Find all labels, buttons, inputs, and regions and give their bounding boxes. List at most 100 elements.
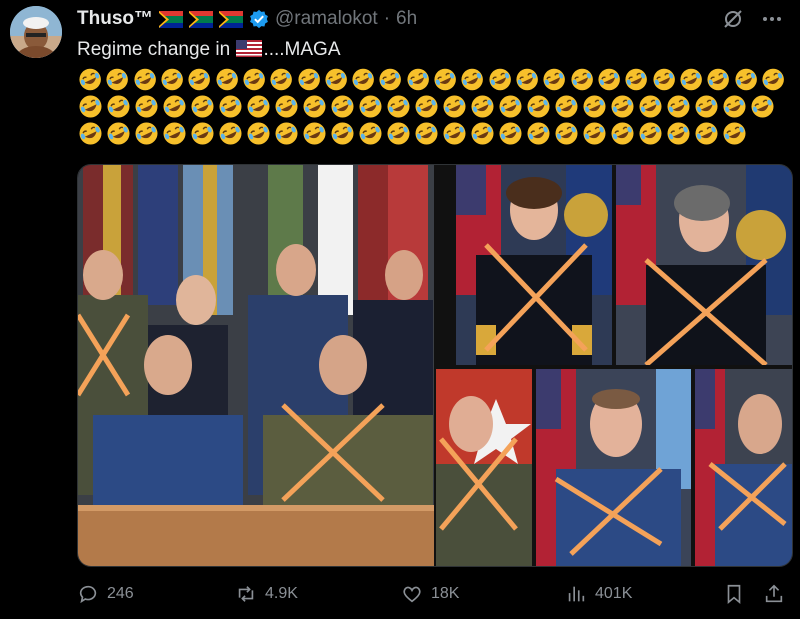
bookmark-icon: [727, 584, 741, 605]
rolling-on-floor-laughing-emoji: [625, 68, 648, 91]
avatar[interactable]: [10, 6, 62, 58]
rolling-on-floor-laughing-emoji: [106, 68, 129, 91]
rolling-on-floor-laughing-emoji: [571, 68, 593, 91]
bookmark-button[interactable]: [723, 583, 745, 605]
rolling-on-floor-laughing-emoji: [107, 95, 130, 118]
post-top-actions: [722, 8, 782, 30]
verified-badge-icon: [250, 9, 268, 29]
more-icon[interactable]: [762, 9, 782, 29]
rolling-on-floor-laughing-emoji: [555, 122, 578, 145]
rolling-on-floor-laughing-emoji: [387, 122, 410, 145]
display-name[interactable]: Thuso™: [77, 8, 153, 30]
rolling-on-floor-laughing-emoji: [163, 95, 186, 118]
rolling-on-floor-laughing-emoji: [443, 95, 466, 118]
timestamp[interactable]: 6h: [396, 8, 417, 30]
media-image-portrait-3[interactable]: [436, 369, 532, 566]
action-bar: 246 4.9K 18K 401K: [77, 583, 786, 613]
rolling-on-floor-laughing-emoji: [135, 122, 158, 145]
media-image-portrait-4[interactable]: [536, 369, 691, 566]
rolling-on-floor-laughing-emoji: [499, 95, 522, 118]
rolling-on-floor-laughing-emoji: [379, 68, 402, 91]
rolling-on-floor-laughing-emoji: [331, 95, 354, 118]
rolling-on-floor-laughing-emoji: [695, 122, 718, 145]
rolling-on-floor-laughing-emoji: [407, 68, 429, 91]
views-icon: [568, 586, 585, 602]
rolling-on-floor-laughing-emoji: [247, 95, 270, 118]
emoji-block: [77, 66, 787, 147]
us-flag-icon: [236, 40, 263, 57]
media-image-group-portrait[interactable]: [78, 165, 434, 566]
rolling-on-floor-laughing-emoji: [415, 122, 438, 145]
reply-icon: [79, 585, 97, 604]
views-button[interactable]: 401K: [565, 583, 632, 605]
rolling-on-floor-laughing-emoji: [583, 122, 606, 145]
rolling-on-floor-laughing-emoji: [611, 95, 634, 118]
rolling-on-floor-laughing-emoji: [527, 95, 550, 118]
rolling-on-floor-laughing-emoji: [598, 68, 620, 91]
rolling-on-floor-laughing-emoji: [499, 122, 522, 145]
rolling-on-floor-laughing-emoji: [275, 95, 298, 118]
repost-count: 4.9K: [265, 585, 298, 602]
media-image-portrait-5[interactable]: [695, 369, 792, 566]
rolling-on-floor-laughing-emoji: [652, 68, 675, 91]
rolling-on-floor-laughing-emoji: [639, 122, 662, 145]
rolling-on-floor-laughing-emoji: [723, 122, 746, 145]
rolling-on-floor-laughing-emoji: [359, 122, 382, 145]
emoji-row: [77, 66, 787, 93]
rolling-on-floor-laughing-emoji: [79, 95, 102, 118]
repost-button[interactable]: 4.9K: [235, 583, 298, 605]
rolling-on-floor-laughing-emoji: [270, 68, 293, 91]
rolling-on-floor-laughing-emoji: [516, 68, 538, 91]
rolling-on-floor-laughing-emoji: [555, 95, 578, 118]
rolling-on-floor-laughing-emoji: [543, 68, 566, 91]
rolling-on-floor-laughing-emoji: [107, 122, 130, 145]
like-count: 18K: [431, 585, 460, 602]
rolling-on-floor-laughing-emoji: [387, 95, 410, 118]
emoji-row: [77, 120, 787, 147]
rolling-on-floor-laughing-emoji: [219, 95, 242, 118]
rolling-on-floor-laughing-emoji: [762, 68, 784, 91]
rolling-on-floor-laughing-emoji: [680, 68, 702, 91]
rolling-on-floor-laughing-emoji: [79, 68, 101, 91]
rolling-on-floor-laughing-emoji: [297, 68, 320, 91]
rolling-on-floor-laughing-emoji: [667, 122, 690, 145]
rolling-on-floor-laughing-emoji: [443, 122, 466, 145]
rolling-on-floor-laughing-emoji: [303, 122, 326, 145]
rolling-on-floor-laughing-emoji: [352, 68, 375, 91]
rolling-on-floor-laughing-emoji: [135, 95, 158, 118]
rolling-on-floor-laughing-emoji: [163, 122, 186, 145]
share-icon: [765, 584, 783, 603]
rolling-on-floor-laughing-emoji: [79, 122, 102, 145]
grok-icon[interactable]: [722, 8, 744, 30]
emoji-row: [77, 93, 787, 120]
handle[interactable]: @ramalokot: [275, 8, 378, 30]
south-africa-flag-icon: [189, 10, 213, 28]
rolling-on-floor-laughing-emoji: [734, 68, 757, 91]
rolling-on-floor-laughing-emoji: [191, 95, 214, 118]
rolling-on-floor-laughing-emoji: [325, 68, 347, 91]
media-image-portrait-2[interactable]: [616, 165, 792, 365]
rolling-on-floor-laughing-emoji: [723, 95, 746, 118]
rolling-on-floor-laughing-emoji: [243, 68, 265, 91]
rolling-on-floor-laughing-emoji: [161, 68, 183, 91]
reply-button[interactable]: 246: [77, 583, 134, 605]
repost-icon: [238, 586, 254, 602]
rolling-on-floor-laughing-emoji: [707, 68, 730, 91]
rolling-on-floor-laughing-emoji: [303, 95, 326, 118]
rolling-on-floor-laughing-emoji: [275, 122, 298, 145]
rolling-on-floor-laughing-emoji: [359, 95, 382, 118]
rolling-on-floor-laughing-emoji: [415, 95, 438, 118]
rolling-on-floor-laughing-emoji: [331, 122, 354, 145]
reply-count: 246: [107, 585, 134, 602]
like-button[interactable]: 18K: [401, 583, 459, 605]
separator-dot: ·: [383, 8, 391, 29]
south-africa-flag-icon: [159, 10, 183, 28]
south-africa-flag-icon: [219, 10, 243, 28]
rolling-on-floor-laughing-emoji: [188, 68, 211, 91]
rolling-on-floor-laughing-emoji: [751, 95, 774, 118]
share-button[interactable]: [763, 583, 785, 605]
post-media[interactable]: [77, 164, 793, 567]
rolling-on-floor-laughing-emoji: [639, 95, 662, 118]
rolling-on-floor-laughing-emoji: [489, 68, 511, 91]
media-image-portrait-1[interactable]: [456, 165, 612, 365]
